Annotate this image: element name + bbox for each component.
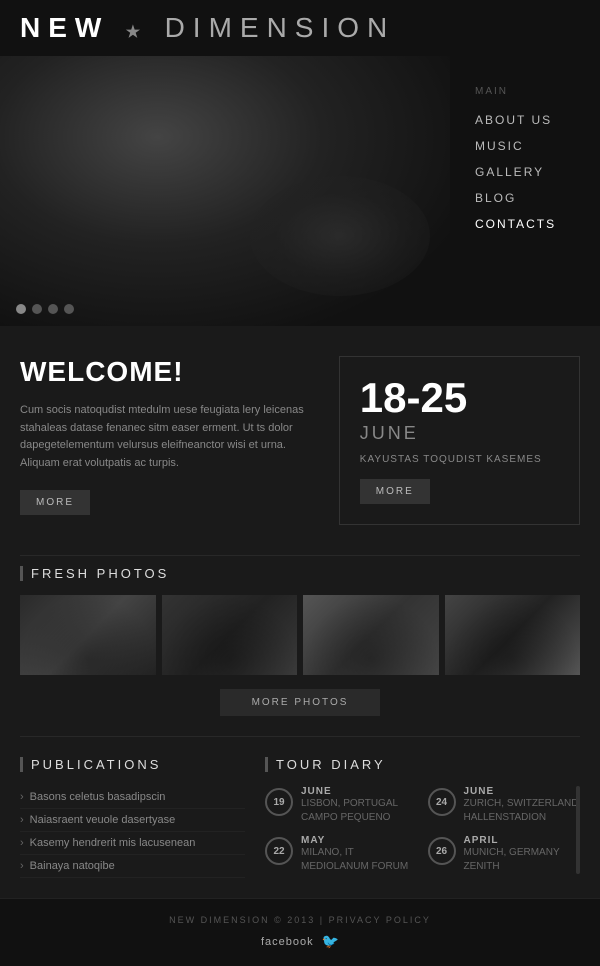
hero-person [0, 56, 450, 326]
nav-item-music[interactable]: MUSIC [475, 135, 580, 157]
more-photos-button[interactable]: MORE PHOTOS [220, 689, 380, 716]
event-more-button[interactable]: MORE [360, 479, 430, 504]
logo-star: ★ [113, 24, 160, 41]
photo-thumb-3[interactable] [303, 595, 439, 675]
photo-thumb-4[interactable] [445, 595, 581, 675]
tour-info-3: MAY MILANO, ITMEDIOLANUM FORUM [301, 835, 408, 874]
tour-venue-3: MILANO, ITMEDIOLANUM FORUM [301, 846, 408, 874]
tour-info-2: JUNE ZURICH, SWITZERLANDHALLENSTADION [464, 786, 579, 825]
tour-num-4: 26 [428, 837, 456, 865]
header: NEW ★ DIMENSION [0, 0, 600, 56]
publications-list: Basons celetus basadipscin Naiasraent ve… [20, 786, 245, 878]
hero-dot-2[interactable] [32, 304, 42, 314]
hero-nav: MAIN ABOUT US MUSIC GALLERY BLOG CONTACT… [450, 56, 600, 326]
tour-num-1: 19 [265, 788, 293, 816]
welcome-title: WELCOME! [20, 356, 319, 388]
tour-month-2: JUNE [464, 786, 579, 797]
footer: NEW DIMENSION © 2013 | PRIVACY POLICY fa… [0, 898, 600, 966]
hero-dot-3[interactable] [48, 304, 58, 314]
logo: NEW ★ DIMENSION [20, 12, 395, 44]
logo-dimension: DIMENSION [165, 12, 396, 43]
event-month: JUNE [360, 423, 419, 444]
tour-items-grid: 19 JUNE LISBON, PORTUGALCAMPO PEQUENO 24… [265, 786, 580, 874]
nav-item-about[interactable]: ABOUT US [475, 109, 580, 131]
nav-item-blog[interactable]: BLOG [475, 187, 580, 209]
welcome-box: WELCOME! Cum socis natoqudist mtedulm ue… [20, 356, 319, 525]
nav-item-contacts[interactable]: CONTACTS [475, 213, 580, 235]
tour-info-1: JUNE LISBON, PORTUGALCAMPO PEQUENO [301, 786, 398, 825]
nav-item-gallery[interactable]: GALLERY [475, 161, 580, 183]
pub-item-4[interactable]: Bainaya natoqibe [20, 855, 245, 878]
bottom-row: PUBLICATIONS Basons celetus basadipscin … [0, 737, 600, 898]
tour-venue-2: ZURICH, SWITZERLANDHALLENSTADION [464, 797, 579, 825]
pub-item-3[interactable]: Kasemy hendrerit mis lacusenean [20, 832, 245, 855]
photo-thumb-2[interactable] [162, 595, 298, 675]
event-date: 18-25 [360, 377, 467, 419]
welcome-text: Cum socis natoqudist mtedulm uese feugia… [20, 402, 319, 472]
tour-num-2: 24 [428, 788, 456, 816]
tour-month-4: APRIL [464, 835, 560, 846]
tour-item-2: 24 JUNE ZURICH, SWITZERLANDHALLENSTADION [428, 786, 581, 825]
pub-item-1[interactable]: Basons celetus basadipscin [20, 786, 245, 809]
pub-item-2[interactable]: Naiasraent veuole dasertyase [20, 809, 245, 832]
tour-item-3: 22 MAY MILANO, ITMEDIOLANUM FORUM [265, 835, 418, 874]
tour-diary-section: TOUR DIARY 19 JUNE LISBON, PORTUGALCAMPO… [265, 757, 580, 878]
tour-diary-title: TOUR DIARY [265, 757, 580, 772]
photo-thumb-1[interactable] [20, 595, 156, 675]
publications-title: PUBLICATIONS [20, 757, 245, 772]
tour-month-3: MAY [301, 835, 408, 846]
hero-dot-4[interactable] [64, 304, 74, 314]
publications-section: PUBLICATIONS Basons celetus basadipscin … [20, 757, 245, 878]
logo-new: NEW [20, 12, 109, 43]
tour-venue-1: LISBON, PORTUGALCAMPO PEQUENO [301, 797, 398, 825]
photos-section-title: FRESH PHOTOS [20, 566, 580, 581]
welcome-more-button[interactable]: MORE [20, 490, 90, 515]
tour-item-4: 26 APRIL MUNICH, GERMANYZENITH [428, 835, 581, 874]
tour-item-1: 19 JUNE LISBON, PORTUGALCAMPO PEQUENO [265, 786, 418, 825]
nav-main-label: MAIN [475, 86, 580, 97]
hero-dots [16, 304, 74, 314]
photos-section: FRESH PHOTOS MORE PHOTOS [0, 556, 600, 736]
welcome-event-row: WELCOME! Cum socis natoqudist mtedulm ue… [0, 326, 600, 555]
tour-month-1: JUNE [301, 786, 398, 797]
twitter-icon[interactable]: 🐦 [322, 933, 339, 950]
event-name: KAYUSTAS TOQUDIST KASEMES [360, 454, 542, 465]
footer-social: facebook 🐦 [20, 933, 580, 950]
hero-section: MAIN ABOUT US MUSIC GALLERY BLOG CONTACT… [0, 56, 600, 326]
tour-info-4: APRIL MUNICH, GERMANYZENITH [464, 835, 560, 874]
tour-venue-4: MUNICH, GERMANYZENITH [464, 846, 560, 874]
tour-num-3: 22 [265, 837, 293, 865]
facebook-link[interactable]: facebook [261, 936, 314, 948]
event-box: 18-25 JUNE KAYUSTAS TOQUDIST KASEMES MOR… [339, 356, 580, 525]
hero-dot-1[interactable] [16, 304, 26, 314]
footer-copyright: NEW DIMENSION © 2013 | PRIVACY POLICY [20, 915, 580, 925]
hero-image [0, 56, 450, 326]
photos-grid [20, 595, 580, 675]
